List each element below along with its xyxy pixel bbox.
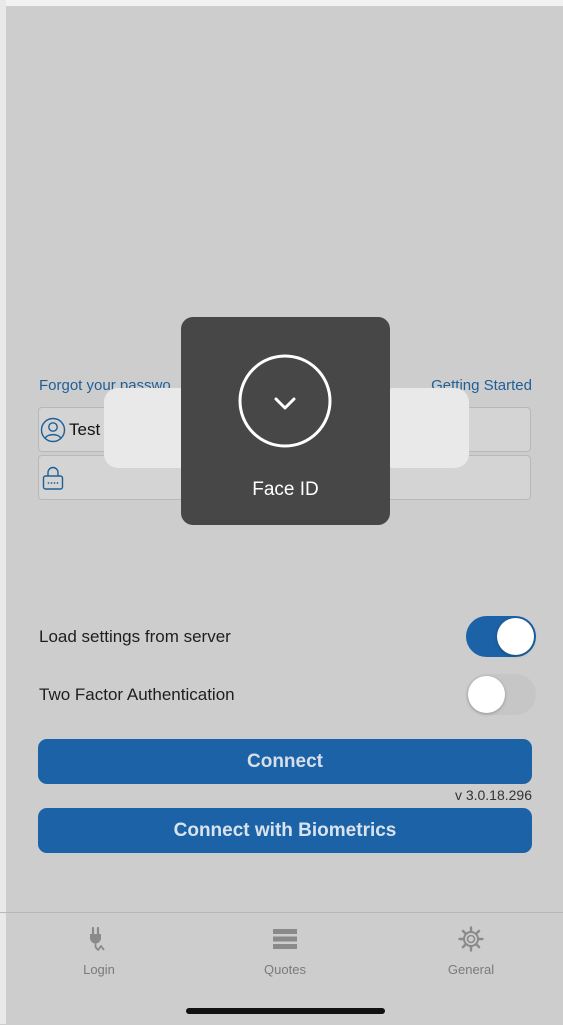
- face-id-label: Face ID: [252, 479, 319, 500]
- gear-icon: [458, 926, 484, 952]
- two-factor-toggle[interactable]: [466, 674, 536, 715]
- tab-label: Quotes: [264, 962, 306, 977]
- tab-label: Login: [83, 962, 115, 977]
- tab-login[interactable]: Login: [39, 913, 159, 993]
- load-settings-label: Load settings from server: [39, 627, 231, 646]
- status-bar-area: [0, 0, 563, 6]
- load-settings-toggle[interactable]: [466, 616, 536, 657]
- list-icon: [273, 929, 297, 949]
- tab-quotes[interactable]: Quotes: [225, 913, 345, 993]
- toggle-knob: [497, 618, 534, 655]
- connect-biometrics-button[interactable]: Connect with Biometrics: [38, 808, 532, 853]
- lock-icon: [42, 466, 64, 490]
- connect-button[interactable]: Connect: [38, 739, 532, 784]
- face-id-overlay: Face ID: [181, 317, 390, 525]
- username-value: Test: [69, 420, 101, 439]
- autofill-suggestion-right: [380, 388, 469, 468]
- tab-label: General: [447, 962, 495, 977]
- two-factor-label: Two Factor Authentication: [39, 685, 235, 704]
- tab-general[interactable]: General: [411, 913, 531, 993]
- home-indicator: [186, 1008, 385, 1014]
- screen-edge: [0, 0, 6, 1024]
- user-icon: [40, 417, 66, 443]
- version-label: v 3.0.18.296: [454, 787, 532, 803]
- toggle-knob: [468, 676, 505, 713]
- checkmark-icon: [238, 354, 332, 448]
- plug-icon: [90, 926, 105, 951]
